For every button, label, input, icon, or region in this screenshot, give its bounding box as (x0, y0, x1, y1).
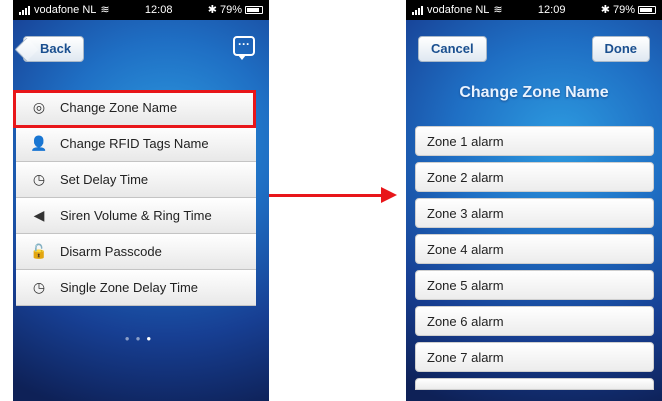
menu-item-label: Disarm Passcode (60, 244, 162, 259)
menu-item-single-zone-delay-time[interactable]: ◷ Single Zone Delay Time (16, 270, 256, 306)
zone-row-4[interactable]: Zone 4 alarm (415, 234, 654, 264)
page-indicator: ●●● (13, 334, 269, 343)
battery-percent: 79% (219, 4, 242, 16)
page-dot: ● (135, 334, 147, 343)
clock: 12:09 (537, 4, 566, 16)
bluetooth-icon: ✱ (207, 4, 217, 16)
cancel-button[interactable]: Cancel (418, 36, 487, 62)
page-dot: ● (124, 334, 136, 343)
signal-icon (412, 5, 423, 15)
wifi-icon: ≋ (493, 4, 503, 16)
right-phone-screen: vodafone NL ≋ 12:09 ✱ 79% Cancel Done Ch… (406, 0, 662, 401)
highlight-box (13, 90, 256, 128)
zone-row-5[interactable]: Zone 5 alarm (415, 270, 654, 300)
menu-item-label: Set Delay Time (60, 172, 149, 187)
battery-percent: 79% (612, 4, 635, 16)
clock-icon: ◷ (32, 279, 46, 295)
carrier-name: vodafone NL (34, 4, 97, 16)
clock: 12:08 (144, 4, 173, 16)
chat-bubble-icon[interactable]: ··· (233, 36, 255, 60)
status-bar: vodafone NL ≋ 12:08 ✱ 79% (13, 0, 269, 20)
left-phone-screen: vodafone NL ≋ 12:08 ✱ 79% Back ··· ◎ Cha… (13, 0, 269, 401)
menu-item-label: Siren Volume & Ring Time (60, 208, 212, 223)
signal-icon (19, 5, 30, 15)
menu-item-change-rfid-tags-name[interactable]: 👤 Change RFID Tags Name (16, 126, 256, 162)
menu-item-siren-volume[interactable]: ◀ Siren Volume & Ring Time (16, 198, 256, 234)
status-bar: vodafone NL ≋ 12:09 ✱ 79% (406, 0, 662, 20)
zone-row-6[interactable]: Zone 6 alarm (415, 306, 654, 336)
battery-icon (244, 6, 263, 14)
zone-row-3[interactable]: Zone 3 alarm (415, 198, 654, 228)
zone-row-8-partial[interactable] (415, 378, 654, 390)
padlock-icon: 🔓 (30, 243, 48, 259)
back-label: Back (40, 41, 72, 56)
clock-icon: ◷ (32, 171, 46, 187)
page-title: Change Zone Name (459, 84, 609, 101)
speaker-icon: ◀ (33, 207, 45, 223)
person-icon: 👤 (30, 135, 48, 151)
page-dot-active: ● (146, 334, 158, 343)
menu-item-disarm-passcode[interactable]: 🔓 Disarm Passcode (16, 234, 256, 270)
stage: vodafone NL ≋ 12:08 ✱ 79% Back ··· ◎ Cha… (0, 0, 662, 401)
back-button[interactable]: Back (23, 36, 85, 62)
battery-icon (637, 6, 656, 14)
zone-list: Zone 1 alarm Zone 2 alarm Zone 3 alarm Z… (415, 126, 654, 396)
done-button[interactable]: Done (591, 36, 650, 62)
zone-row-2[interactable]: Zone 2 alarm (415, 162, 654, 192)
wifi-icon: ≋ (100, 4, 110, 16)
transition-arrow (269, 187, 400, 203)
carrier-name: vodafone NL (427, 4, 490, 16)
menu-item-label: Change RFID Tags Name (60, 136, 209, 151)
zone-row-7[interactable]: Zone 7 alarm (415, 342, 654, 372)
bluetooth-icon: ✱ (600, 4, 610, 16)
menu-item-label: Single Zone Delay Time (60, 280, 199, 295)
menu-item-set-delay-time[interactable]: ◷ Set Delay Time (16, 162, 256, 198)
zone-row-1[interactable]: Zone 1 alarm (415, 126, 654, 156)
